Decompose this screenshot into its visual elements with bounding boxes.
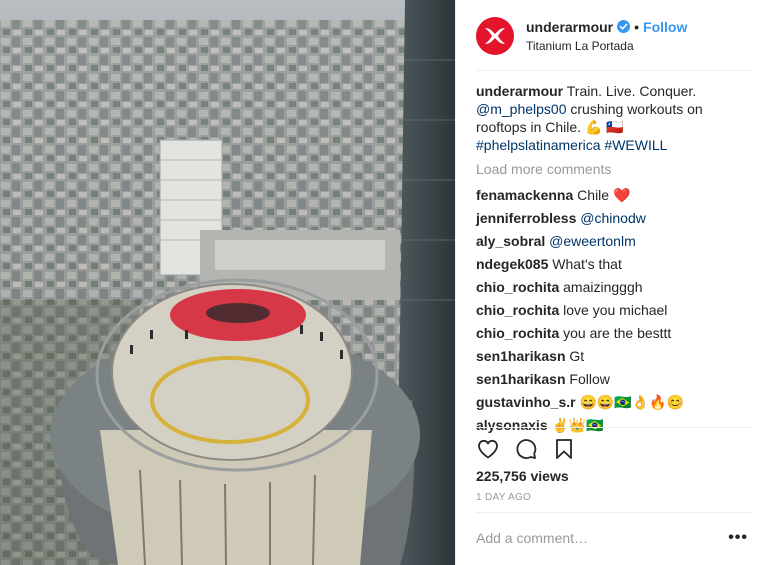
heart-icon[interactable]: [476, 437, 500, 461]
more-options-button[interactable]: •••: [728, 529, 748, 547]
comment-row: fenamackenna Chile ❤️: [476, 184, 748, 207]
caption-username[interactable]: underarmour: [476, 83, 563, 99]
comments-section: underarmour Train. Live. Conquer. @m_phe…: [476, 82, 748, 437]
comment-text: amaizingggh: [563, 279, 643, 295]
comment-username[interactable]: jenniferrobless: [476, 210, 576, 226]
comment-text: ✌️👑🇧🇷: [551, 417, 604, 433]
comment-text: Gt: [569, 348, 585, 364]
comment-box-divider: [476, 512, 752, 513]
comment-text: you are the besttt: [563, 325, 672, 341]
comment-icon[interactable]: [514, 437, 538, 461]
comment-text[interactable]: @chinodw: [580, 210, 646, 226]
comment-username[interactable]: gustavinho_s.r: [476, 394, 576, 410]
comment-text: love you michael: [563, 302, 668, 318]
verified-badge-icon: [617, 20, 631, 33]
comment-text: Chile ❤️: [577, 187, 631, 203]
comment-text: What's that: [552, 256, 622, 272]
bookmark-icon[interactable]: [552, 437, 576, 461]
add-comment-bar: •••: [476, 526, 748, 550]
follow-button[interactable]: Follow: [643, 19, 687, 35]
post-caption: underarmour Train. Live. Conquer. @m_phe…: [476, 82, 748, 154]
author-username[interactable]: underarmour: [526, 19, 613, 35]
comment-username[interactable]: chio_rochita: [476, 279, 559, 295]
comment-username[interactable]: aly_sobral: [476, 233, 545, 249]
comment-row: jenniferrobless @chinodw: [476, 207, 748, 230]
comment-username[interactable]: alysonaxis: [476, 417, 548, 433]
post-age[interactable]: 1 DAY AGO: [476, 492, 531, 503]
view-count[interactable]: 225,756 views: [476, 468, 569, 484]
comment-row: ndegek085 What's that: [476, 253, 748, 276]
comment-row: alysonaxis ✌️👑🇧🇷: [476, 414, 748, 437]
comment-text: 😄😄🇧🇷👌🔥😊: [579, 394, 685, 410]
comment-username[interactable]: sen1harikasn: [476, 371, 566, 387]
instagram-post: underarmour • Follow Titanium La Portada…: [0, 0, 768, 565]
comment-row: chio_rochita love you michael: [476, 299, 748, 322]
rooftop-helipad-image: [0, 0, 455, 565]
comment-row: sen1harikasn Gt: [476, 345, 748, 368]
comment-row: chio_rochita amaizingggh: [476, 276, 748, 299]
comment-username[interactable]: chio_rochita: [476, 325, 559, 341]
comment-username[interactable]: fenamackenna: [476, 187, 573, 203]
caption-hashtag[interactable]: #phelpslatinamerica: [476, 137, 601, 153]
caption-emoji: 💪 🇨🇱: [584, 119, 624, 135]
comment-row: gustavinho_s.r 😄😄🇧🇷👌🔥😊: [476, 391, 748, 414]
comment-username[interactable]: sen1harikasn: [476, 348, 566, 364]
post-location[interactable]: Titanium La Portada: [526, 38, 687, 54]
comment-username[interactable]: chio_rochita: [476, 302, 559, 318]
comment-username[interactable]: ndegek085: [476, 256, 548, 272]
load-more-comments-button[interactable]: Load more comments: [476, 160, 748, 178]
comment-text: Follow: [569, 371, 610, 387]
caption-text: Train. Live. Conquer.: [566, 83, 697, 99]
header-divider: [476, 70, 752, 71]
comment-row: chio_rochita you are the besttt: [476, 322, 748, 345]
comment-row: aly_sobral @eweertonlm: [476, 230, 748, 253]
caption-mention[interactable]: @m_phelps00: [476, 101, 567, 117]
under-armour-logo-icon: [485, 28, 505, 44]
separator-dot: •: [634, 18, 640, 35]
post-photo[interactable]: [0, 0, 455, 565]
actions-divider: [476, 427, 752, 428]
post-side-panel: underarmour • Follow Titanium La Portada…: [455, 0, 768, 565]
comment-input[interactable]: [476, 530, 729, 546]
avatar[interactable]: [476, 17, 514, 55]
post-header: underarmour • Follow Titanium La Portada: [476, 12, 752, 60]
caption-hashtag[interactable]: #WEWILL: [604, 137, 667, 153]
author-info: underarmour • Follow Titanium La Portada: [526, 19, 687, 54]
comment-text[interactable]: @eweertonlm: [549, 233, 636, 249]
post-actions: [476, 435, 748, 463]
comment-row: sen1harikasn Follow: [476, 368, 748, 391]
